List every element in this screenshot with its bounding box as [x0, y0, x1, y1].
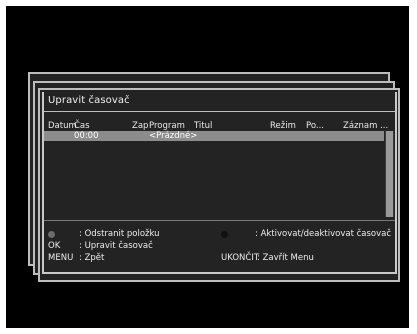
legend-exit-key: UKONČIT — [221, 253, 260, 263]
column-header-datum: Datum — [48, 121, 77, 131]
column-header-titul: Titul — [194, 121, 213, 131]
title-divider — [44, 111, 395, 112]
column-header-cas: Čas — [74, 121, 90, 131]
legend-remove-label: : Odstranit položku — [79, 229, 160, 239]
legend-ok-label: : Upravit časovač — [79, 241, 153, 251]
legend-toggle-label: : Aktivovat/deaktivovat časovač — [255, 229, 392, 239]
column-header-zaznam: Záznam ... — [343, 121, 389, 131]
black-key-icon — [221, 231, 228, 238]
dialog-title: Upravit časovač — [48, 95, 130, 106]
legend-menu-label: : Zpět — [79, 253, 105, 263]
legend-menu-key: MENU — [48, 253, 74, 263]
column-header-zap: Zap — [132, 121, 149, 131]
column-header-po: Po... — [306, 121, 324, 131]
row-time: 00:00 — [74, 131, 99, 141]
legend-divider — [44, 220, 395, 221]
grey-key-icon — [48, 231, 55, 238]
legend-ok-key: OK — [48, 241, 61, 251]
scrollbar-thumb[interactable] — [386, 131, 393, 217]
legend-exit-label: : Zavřít Menu — [257, 253, 314, 263]
row-program: <Prázdné> — [149, 131, 198, 141]
column-header-rezim: Režim — [270, 121, 296, 131]
column-header-program: Program — [149, 121, 185, 131]
